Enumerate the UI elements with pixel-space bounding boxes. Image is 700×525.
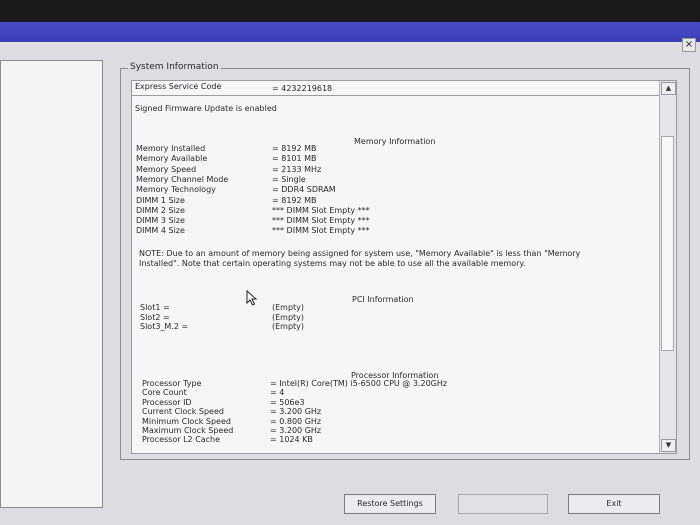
divider [132,95,660,96]
restore-settings-button[interactable]: Restore Settings [344,494,436,514]
row-value: = 8101 MB [272,154,317,164]
exit-button[interactable]: Exit [568,494,660,514]
service-code-value: = 4232219618 [272,84,333,93]
vertical-scrollbar[interactable]: ▲ ▼ [659,81,676,453]
system-information-panel: Express Service Code = 4232219618 Signed… [131,80,677,454]
row-label: Memory Installed [136,144,206,153]
row-label: DIMM 2 Size [136,205,185,215]
row-label: Processor L2 Cache [142,435,221,445]
memory-heading: Memory Information [354,137,436,146]
settings-tree-panel[interactable] [0,60,103,508]
scroll-down-icon[interactable]: ▼ [661,439,676,452]
row-value: = Single [272,174,306,184]
row-label: DIMM 3 Size [136,216,185,226]
disabled-button [458,494,548,514]
service-code-label: Express Service Code [135,82,222,91]
row-value: = 2133 MHz [272,164,322,174]
row-value: (Empty) [272,312,305,322]
close-icon[interactable]: × [682,38,696,52]
row-label: Slot3_M.2 = [140,322,189,332]
firmware-update-status: Signed Firmware Update is enabled [135,104,277,113]
row-label: DIMM 1 Size [136,195,185,205]
row-value: = 8192 MB [272,195,317,205]
row-label: Memory Available [136,154,208,164]
group-title: System Information [128,62,221,72]
row-value: = DDR4 SDRAM [272,185,336,195]
row-value: *** DIMM Slot Empty *** [272,205,370,215]
row-value: (Empty) [272,303,305,312]
row-value: *** DIMM Slot Empty *** [272,226,370,236]
row-label: DIMM 4 Size [136,226,185,236]
scroll-up-icon[interactable]: ▲ [661,82,676,95]
row-value: = 8192 MB [272,144,317,153]
row-value: = 1024 KB [270,435,313,445]
row-label: Slot2 = [140,312,170,322]
row-value: *** DIMM Slot Empty *** [272,216,370,226]
row-label: Memory Technology [136,185,216,195]
mouse-pointer-icon [246,290,258,306]
memory-note: NOTE: Due to an amount of memory being a… [139,249,581,268]
row-label: Memory Channel Mode [136,174,229,184]
window-titlebar [0,22,700,42]
pci-heading: PCI Information [352,295,414,304]
row-label: Slot1 = [140,303,170,312]
scroll-thumb[interactable] [661,136,674,351]
row-value: = Intel(R) Core(TM) i5-6500 CPU @ 3.20GH… [270,379,448,388]
row-value: (Empty) [272,322,305,332]
row-label: Memory Speed [136,164,197,174]
